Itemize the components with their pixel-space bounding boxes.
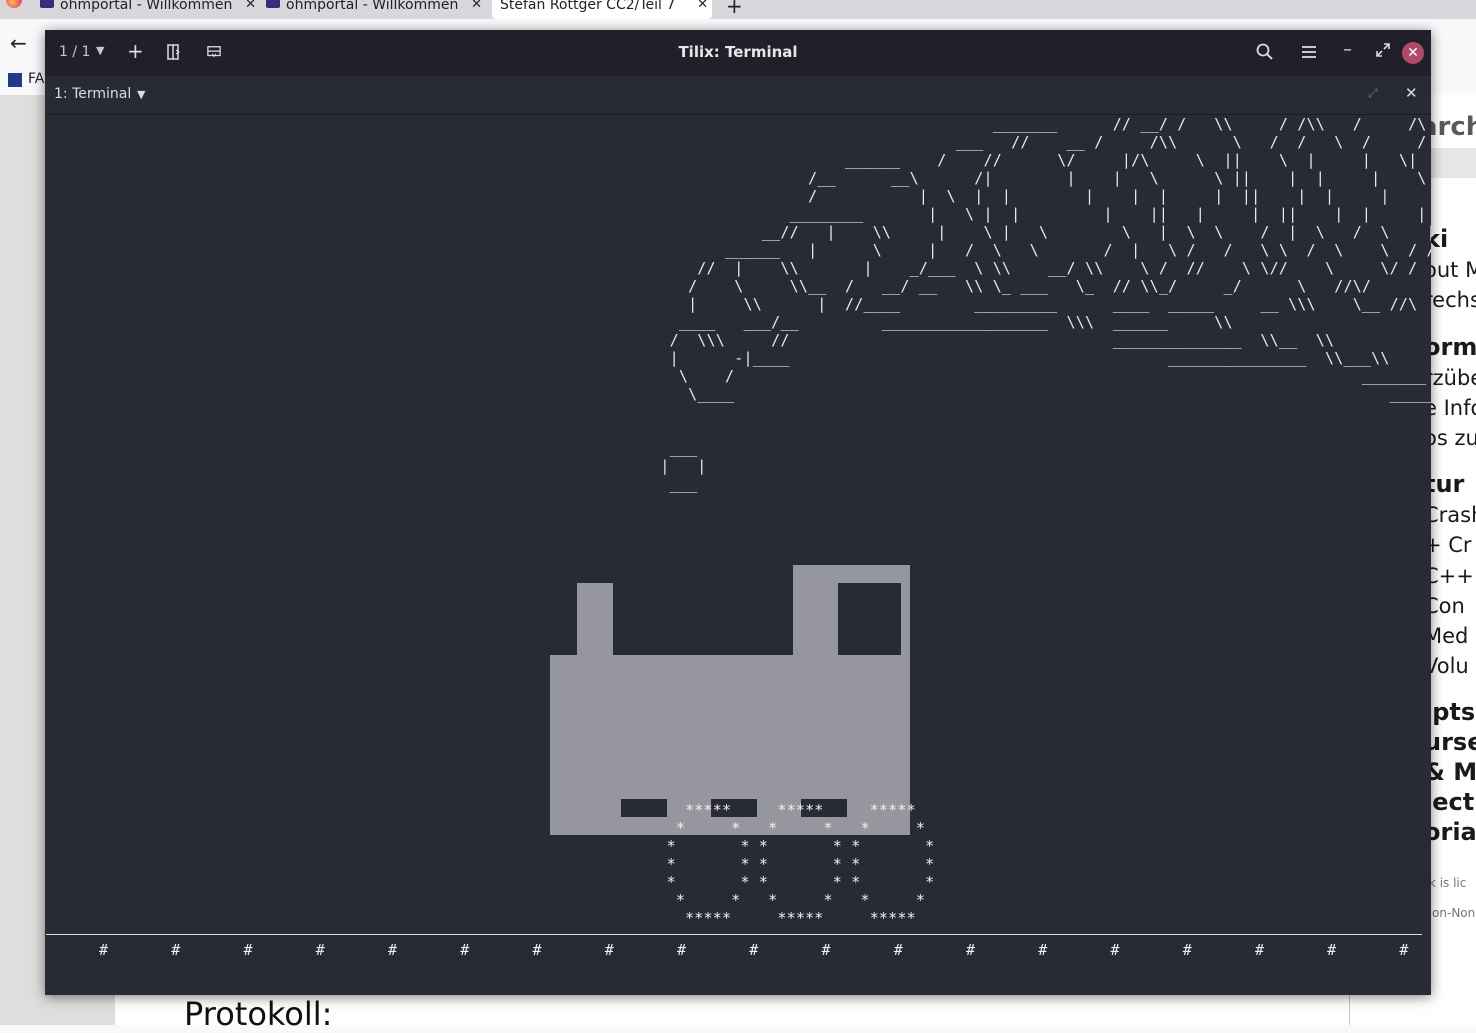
browser-tab-label: ohmportal - Willkommen [60, 0, 233, 13]
sidebar-link[interactable]: tur [1424, 470, 1476, 498]
bookmark-item[interactable]: FA [28, 71, 44, 87]
sidebar-link[interactable]: e Info [1424, 396, 1476, 420]
maximize-icon[interactable] [1375, 42, 1391, 58]
sidebar-link[interactable]: out M [1424, 258, 1476, 282]
ohmportal-favicon-icon [266, 0, 280, 8]
minimize-icon[interactable]: – [1343, 39, 1352, 60]
window-title: Tilix: Terminal [678, 43, 798, 61]
firefox-logo-icon [6, 0, 22, 8]
sidebar-link[interactable]: rzübe [1424, 366, 1476, 390]
sidebar-link[interactable]: rechs [1424, 288, 1476, 312]
sidebar-link[interactable]: tion-Non [1424, 906, 1476, 920]
sidebar-link[interactable]: ipts [1424, 698, 1476, 726]
locomotive-chimney [577, 583, 613, 655]
browser-tab-label: Stefan Röttger CC2/Teil 7 [500, 0, 676, 13]
browser-tab-label: ohmportal - Willkommen [286, 0, 459, 13]
search-field-strip [1430, 148, 1476, 178]
terminal-header: 1: Terminal ▼ ⤢ ✕ [45, 76, 1431, 115]
ascii-smoke: _______ // __/ / \\ / /\\ / /\ \ ___ // … [660, 115, 1431, 493]
close-tab-icon[interactable]: ✕ [697, 0, 708, 11]
search-icon[interactable] [1255, 42, 1275, 62]
sidebar-link[interactable]: os zu [1424, 426, 1476, 450]
sidebar-link[interactable]: C++ [1424, 564, 1476, 588]
locomotive-wheels: ***** ***** ***** * * * * * * * * * * * … [666, 801, 935, 927]
back-arrow-icon[interactable]: ← [10, 31, 27, 55]
sidebar-link[interactable]: urse [1424, 728, 1476, 756]
chevron-down-icon[interactable]: ▼ [137, 88, 145, 101]
sidebar-link[interactable]: Med [1424, 624, 1476, 648]
sidebar-link[interactable]: + Cr [1424, 533, 1476, 557]
sidebar-link[interactable]: ki [1424, 225, 1476, 253]
page-heading: Protokoll: [184, 995, 333, 1033]
locomotive-cab-window [838, 583, 901, 655]
terminal-title[interactable]: 1: Terminal [54, 86, 131, 102]
rail-line [46, 934, 1422, 935]
ohmportal-favicon-icon [40, 0, 54, 8]
sidebar-link[interactable]: & M [1424, 758, 1476, 786]
browser-tab-strip: ohmportal - Willkommen ✕ ohmportal - Wil… [0, 0, 1476, 19]
sidebar-link[interactable]: Crash [1424, 503, 1476, 527]
browser-tab-active[interactable]: Stefan Röttger CC2/Teil 7 ✕ [492, 0, 712, 19]
new-tab-icon[interactable]: + [726, 0, 743, 18]
window-titlebar: 1 / 1 ▼ + Tilix: Terminal – ✕ [45, 30, 1431, 76]
bookmark-favicon-icon [8, 73, 22, 87]
close-window-button[interactable]: ✕ [1402, 42, 1424, 64]
tilix-window: 1 / 1 ▼ + Tilix: Terminal – ✕ 1: Termina… [45, 30, 1431, 995]
sidebar-link[interactable]: ject [1424, 788, 1476, 816]
close-tab-icon[interactable]: ✕ [245, 0, 256, 11]
close-tab-icon[interactable]: ✕ [471, 0, 482, 11]
sidebar-link[interactable]: oria [1424, 818, 1476, 846]
browser-tab[interactable]: ohmportal - Willkommen ✕ [266, 0, 486, 19]
terminal-output[interactable]: _______ // __/ / \\ / /\\ / /\ \ ___ // … [45, 115, 1431, 995]
sidebar-link[interactable]: Volu [1424, 654, 1476, 678]
close-terminal-icon[interactable]: ✕ [1405, 84, 1418, 102]
browser-tab[interactable]: ohmportal - Willkommen ✕ [40, 0, 260, 19]
sidebar-link[interactable]: rk is lic [1424, 876, 1476, 890]
maximize-terminal-icon[interactable]: ⤢ [1368, 86, 1378, 101]
hamburger-menu-icon[interactable] [1299, 42, 1319, 62]
rail-ties: # # # # # # # # # # # # # # # # # # # [99, 941, 1409, 959]
sidebar-link[interactable]: orm [1424, 333, 1476, 361]
sidebar-link[interactable]: Con [1424, 594, 1476, 618]
